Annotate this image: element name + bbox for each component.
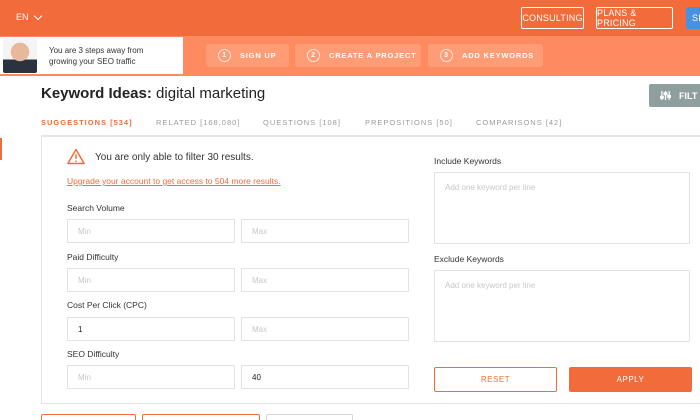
- apply-button[interactable]: APPLY: [569, 367, 692, 392]
- language-label: EN: [16, 12, 29, 22]
- bottom-action-button[interactable]: [266, 414, 353, 420]
- paid-difficulty-max-input[interactable]: Max: [241, 268, 409, 292]
- bottom-action-button[interactable]: [142, 414, 260, 420]
- paid-difficulty-label: Paid Difficulty: [67, 252, 119, 262]
- warning-icon: [67, 148, 85, 165]
- step-label: ADD KEYWORDS: [462, 51, 535, 60]
- bottom-action-button[interactable]: [41, 414, 136, 420]
- step-add-keywords[interactable]: 3 ADD KEYWORDS: [428, 44, 543, 67]
- step-label: SIGN UP: [240, 51, 277, 60]
- side-accent: [0, 138, 2, 160]
- tab-suggestions[interactable]: SUGGESTIONS [534]: [41, 118, 133, 127]
- search-volume-label: Search Volume: [67, 203, 125, 213]
- tab-prepositions[interactable]: PREPOSITIONS [50]: [365, 118, 453, 127]
- language-selector[interactable]: EN: [16, 11, 42, 22]
- filter-limit-warning: You are only able to filter 30 results.: [95, 152, 254, 163]
- cpc-label: Cost Per Click (CPC): [67, 300, 147, 310]
- page-title: Keyword Ideas: digital marketing: [41, 85, 265, 102]
- include-keywords-label: Include Keywords: [434, 156, 502, 166]
- cpc-max-input[interactable]: Max: [241, 317, 409, 341]
- seo-difficulty-label: SEO Difficulty: [67, 349, 120, 359]
- promo-text: You are 3 steps away from growing your S…: [49, 45, 144, 66]
- seo-difficulty-max-input[interactable]: 40: [241, 365, 409, 389]
- upgrade-link[interactable]: Upgrade your account to get access to 50…: [67, 176, 281, 186]
- exclude-keywords-label: Exclude Keywords: [434, 254, 504, 264]
- exclude-keywords-textarea[interactable]: Add one keyword per line: [434, 270, 690, 342]
- sign-in-button[interactable]: SI: [686, 7, 700, 29]
- page-title-prefix: Keyword Ideas:: [41, 85, 152, 102]
- step-label: CREATE A PROJECT: [329, 51, 417, 60]
- avatar: [3, 38, 37, 73]
- step-number: 3: [440, 49, 453, 62]
- include-keywords-textarea[interactable]: Add one keyword per line: [434, 172, 690, 244]
- step-number: 1: [218, 49, 231, 62]
- consulting-button[interactable]: CONSULTING: [521, 7, 584, 29]
- step-create-project[interactable]: 2 CREATE A PROJECT: [295, 44, 421, 67]
- tab-comparisons[interactable]: COMPARISONS [42]: [476, 118, 562, 127]
- sliders-icon: [660, 90, 671, 101]
- paid-difficulty-min-input[interactable]: Min: [67, 268, 235, 292]
- filter-button-label: FILT: [679, 90, 698, 101]
- seo-difficulty-min-input[interactable]: Min: [67, 365, 235, 389]
- promo-box: You are 3 steps away from growing your S…: [0, 37, 183, 74]
- search-volume-min-input[interactable]: Min: [67, 219, 235, 243]
- step-number: 2: [307, 49, 320, 62]
- reset-button[interactable]: RESET: [434, 367, 557, 392]
- step-sign-up[interactable]: 1 SIGN UP: [206, 44, 289, 67]
- cpc-min-input[interactable]: 1: [67, 317, 235, 341]
- tab-questions[interactable]: QUESTIONS [108]: [263, 118, 341, 127]
- search-volume-max-input[interactable]: Max: [241, 219, 409, 243]
- page-title-query: digital marketing: [156, 85, 266, 102]
- top-bar: [0, 0, 700, 36]
- filter-toggle-button[interactable]: FILT: [649, 84, 700, 107]
- chevron-down-icon: [33, 11, 42, 20]
- plans-pricing-button[interactable]: PLANS & PRICING: [596, 7, 673, 29]
- tab-related[interactable]: RELATED [168,080]: [156, 118, 240, 127]
